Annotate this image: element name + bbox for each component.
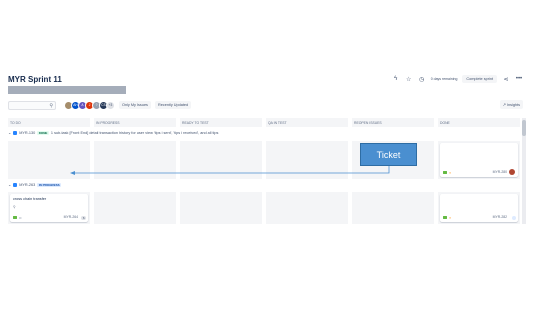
swimlane-header[interactable]: ⌄ MYR-263 IN PROGRESS <box>8 182 62 187</box>
lane-cell <box>266 141 348 179</box>
subtask-icon <box>13 182 18 187</box>
story-icon <box>443 215 447 219</box>
only-my-issues-button[interactable]: Only My Issues <box>119 101 151 109</box>
issue-card[interactable]: ≡ MYR-282 <box>440 194 518 222</box>
sprint-board-page: MYR Sprint 11 ϟ ☆ ◷ 0 days remaining Com… <box>0 0 551 310</box>
column-header: READY TO TEST <box>180 118 262 127</box>
sprint-goal-redacted <box>8 86 126 94</box>
star-icon[interactable]: ☆ <box>405 75 413 83</box>
column-header: IN PROGRESS <box>94 118 176 127</box>
status-badge: DONE <box>37 130 49 135</box>
board: TO DO IN PROGRESS READY TO TEST QA IN TE… <box>8 118 520 224</box>
days-remaining: 0 days remaining <box>430 77 458 81</box>
swimlane-key[interactable]: MYR-263 <box>19 183 35 187</box>
insights-button[interactable]: ↗ Insights <box>499 100 523 109</box>
chevron-down-icon[interactable]: ⌄ <box>8 130 11 135</box>
status-badge: IN PROGRESS <box>37 182 62 187</box>
ticket-overlay-label: Ticket <box>360 143 417 166</box>
column-header: DONE <box>438 118 520 127</box>
insights-label: Insights <box>506 103 520 107</box>
assignee-avatar <box>509 169 515 175</box>
lane-cell <box>266 192 348 224</box>
avatar-filter-group: AH A J ? CS +3 <box>64 100 115 110</box>
lane-cell <box>94 141 176 179</box>
search-icon: ⚲ <box>49 102 53 109</box>
lightning-icon[interactable]: ϟ <box>392 75 400 83</box>
complete-sprint-button[interactable]: Complete sprint <box>462 75 497 83</box>
priority-icon: ≡ <box>449 171 452 175</box>
assignee-avatar <box>512 216 516 220</box>
issue-card[interactable]: ≡ MYR-280 <box>440 143 518 177</box>
vertical-scrollbar[interactable] <box>522 118 526 224</box>
lane-cell <box>180 141 262 179</box>
card-key: MYR-280 <box>492 170 507 174</box>
column-header: REOPEN ISSUES <box>352 118 434 127</box>
card-summary: cross chain transfer <box>13 197 47 201</box>
lane-cell <box>180 192 262 224</box>
swimlane-key[interactable]: MYR-130 <box>19 131 35 135</box>
search-input[interactable]: ⚲ <box>8 100 56 110</box>
scrollbar-thumb[interactable] <box>522 120 526 136</box>
lane-cell <box>8 141 90 179</box>
priority-icon: ≡ <box>449 216 452 220</box>
story-points: 6 <box>81 216 86 220</box>
column-header: TO DO <box>8 118 90 127</box>
card-key: MYR-264 <box>63 215 78 219</box>
recently-updated-button[interactable]: Recently Updated <box>154 101 192 109</box>
sprint-actions: ϟ ☆ ◷ 0 days remaining Complete sprint ⋖… <box>392 75 523 83</box>
lane-cell <box>94 192 176 224</box>
swimlane-header[interactable]: ⌄ MYR-130 DONE 1 sub-task [Front End] de… <box>8 130 218 135</box>
chevron-down-icon[interactable]: ⌄ <box>8 182 11 187</box>
story-icon <box>13 215 17 219</box>
lane-cell <box>352 192 434 224</box>
clock-icon: ◷ <box>419 76 425 83</box>
subtask-icon <box>13 130 18 135</box>
estimate-icon: ⚲ <box>13 205 16 209</box>
priority-icon: ═ <box>19 216 22 220</box>
more-icon[interactable]: ••• <box>515 75 523 83</box>
column-header: QA IN TEST <box>266 118 348 127</box>
story-icon <box>443 170 447 174</box>
sprint-title: MYR Sprint 11 <box>8 75 62 84</box>
issue-card[interactable]: cross chain transfer ⚲ ═ MYR-264 6 <box>10 194 88 222</box>
swimlane-summary: 1 sub-task [Front End] detail transactio… <box>50 130 219 135</box>
share-icon[interactable]: ⋖ <box>502 75 510 83</box>
avatar-more[interactable]: +3 <box>106 100 115 110</box>
board-toolbar: ⚲ AH A J ? CS +3 Only My Issues Recently… <box>8 100 523 110</box>
card-key: MYR-282 <box>492 215 507 219</box>
